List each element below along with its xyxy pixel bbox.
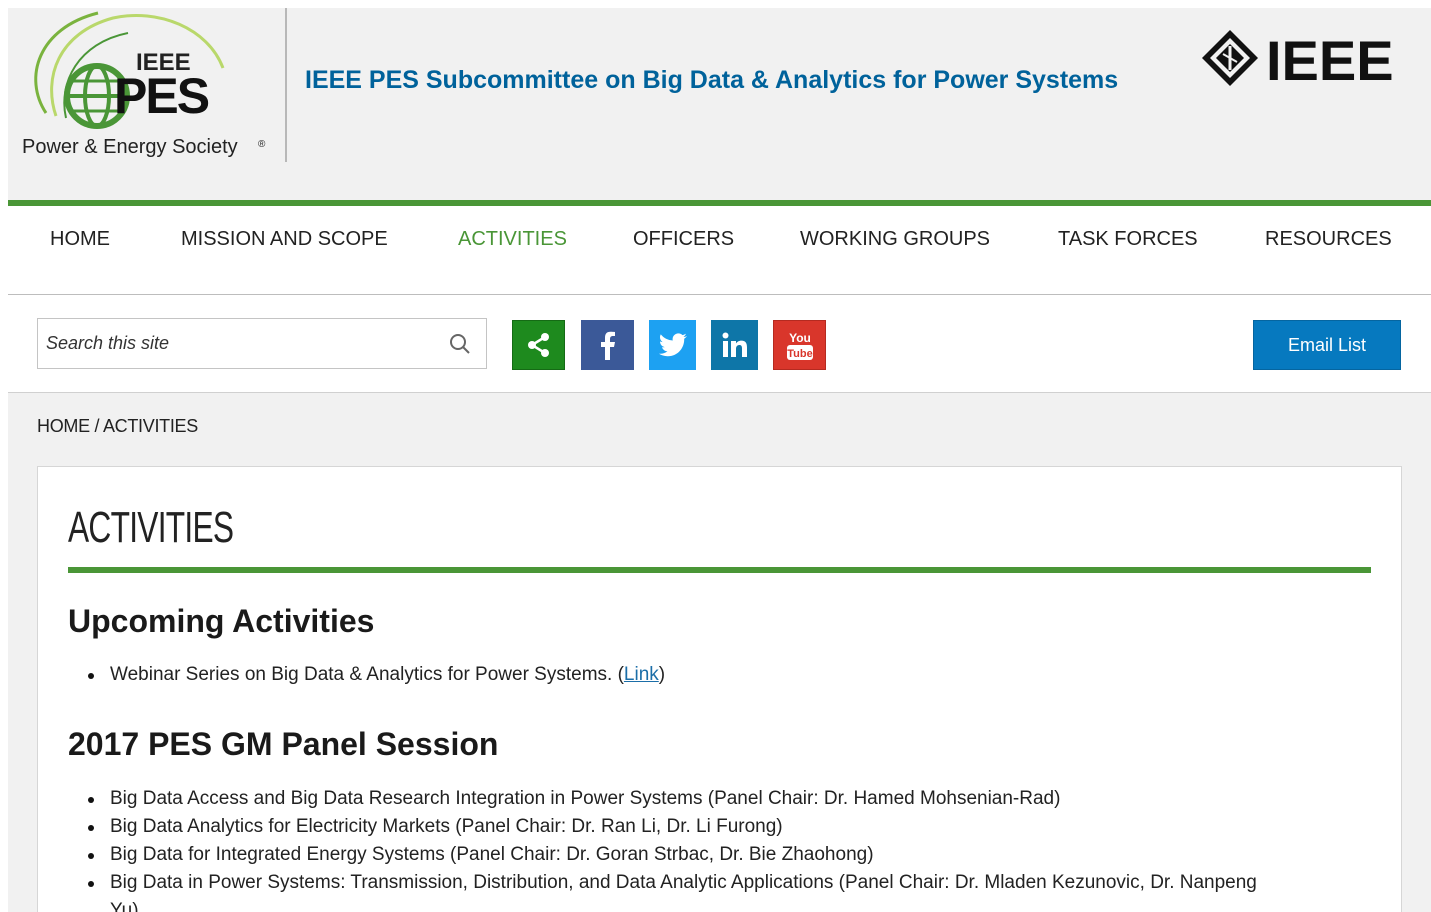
- list-item: Big Data Analytics for Electricity Marke…: [88, 813, 1257, 841]
- nav-officers[interactable]: OFFICERS: [633, 228, 734, 251]
- facebook-button[interactable]: [581, 320, 634, 370]
- nav-mission-and-scope[interactable]: MISSION AND SCOPE: [181, 228, 388, 251]
- share-icon: [527, 333, 549, 357]
- search-box: [37, 318, 487, 369]
- list-item: Big Data in Power Systems: Transmission,…: [88, 869, 1257, 912]
- list-item: Big Data Access and Big Data Research In…: [88, 785, 1257, 813]
- linkedin-button[interactable]: [711, 320, 758, 370]
- nav-activities[interactable]: ACTIVITIES: [458, 228, 567, 251]
- breadcrumb-separator: /: [94, 416, 100, 436]
- nav-working-groups[interactable]: WORKING GROUPS: [800, 228, 990, 251]
- svg-text:You: You: [789, 331, 811, 345]
- upcoming-list: Webinar Series on Big Data & Analytics f…: [88, 661, 665, 689]
- breadcrumb-home[interactable]: HOME: [37, 416, 90, 436]
- list-item-continuation: Yu): [110, 900, 139, 912]
- list-item-text: Webinar Series on Big Data & Analytics f…: [110, 664, 624, 685]
- site-title[interactable]: IEEE PES Subcommittee on Big Data & Anal…: [305, 66, 1118, 95]
- linkedin-icon: [722, 332, 747, 357]
- ieee-logo[interactable]: IEEE: [1200, 28, 1410, 92]
- nav-task-forces[interactable]: TASK FORCES: [1058, 228, 1198, 251]
- main-nav: HOME MISSION AND SCOPE ACTIVITIES OFFICE…: [8, 206, 1431, 295]
- nav-resources[interactable]: RESOURCES: [1265, 228, 1392, 251]
- search-input[interactable]: [44, 327, 428, 359]
- twitter-icon: [658, 333, 687, 357]
- page-frame: IEEE PES Power & Energy Society ® IEEE P…: [8, 8, 1431, 912]
- email-list-button[interactable]: Email List: [1253, 320, 1401, 370]
- list-item: Webinar Series on Big Data & Analytics f…: [88, 661, 665, 689]
- panel-session-list: Big Data Access and Big Data Research In…: [88, 785, 1257, 912]
- breadcrumb: HOME / ACTIVITIES: [37, 416, 198, 437]
- ieee-logo-text: IEEE: [1266, 29, 1394, 88]
- breadcrumb-current: ACTIVITIES: [102, 416, 198, 436]
- page-title: ACTIVITIES: [68, 503, 234, 552]
- logo-tagline: Power & Energy Society: [22, 136, 238, 158]
- search-icon[interactable]: [448, 332, 472, 356]
- youtube-icon: You Tube: [786, 331, 813, 360]
- ieee-diamond-icon: [1202, 30, 1258, 86]
- svg-text:®: ®: [258, 139, 266, 150]
- logo-pes-text: PES: [114, 68, 209, 124]
- section-heading-upcoming: Upcoming Activities: [68, 603, 375, 639]
- twitter-button[interactable]: [649, 320, 696, 370]
- content-panel: ACTIVITIES Upcoming Activities Webinar S…: [37, 466, 1402, 912]
- youtube-button[interactable]: You Tube: [773, 320, 826, 370]
- title-rule: [68, 567, 1371, 573]
- site-header: IEEE PES Power & Energy Society ® IEEE P…: [8, 8, 1431, 200]
- nav-home[interactable]: HOME: [50, 228, 110, 251]
- webinar-link[interactable]: Link: [624, 664, 659, 685]
- pes-logo[interactable]: IEEE PES Power & Energy Society ®: [18, 8, 268, 173]
- share-button[interactable]: [512, 320, 565, 370]
- svg-text:Tube: Tube: [787, 348, 812, 360]
- header-divider: [285, 8, 287, 162]
- list-item-text: Big Data in Power Systems: Transmission,…: [110, 872, 1257, 893]
- facebook-icon: [600, 331, 615, 360]
- list-item: Big Data for Integrated Energy Systems (…: [88, 841, 1257, 869]
- toolbar: You Tube Email List: [8, 295, 1431, 393]
- section-heading-panel-session: 2017 PES GM Panel Session: [68, 726, 499, 762]
- list-item-text: ): [658, 664, 666, 685]
